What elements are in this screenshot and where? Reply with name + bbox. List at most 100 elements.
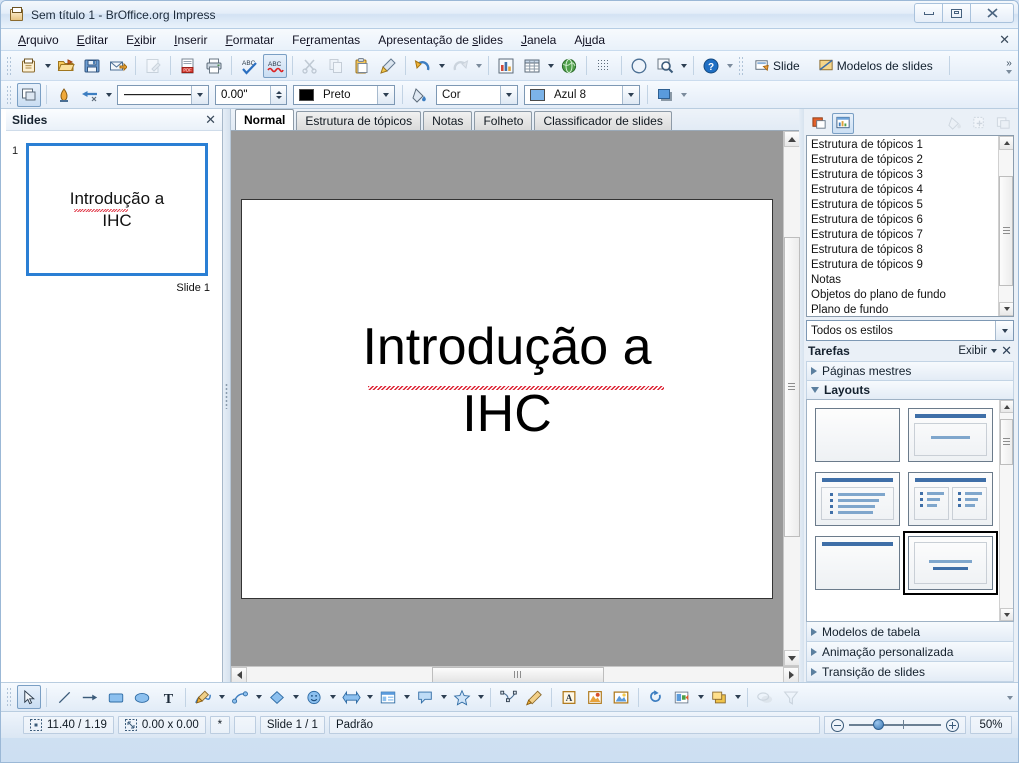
toolbar-more-button[interactable]	[724, 54, 735, 78]
curve-dropdown[interactable]	[216, 685, 227, 709]
pdf-icon[interactable]: PDF	[176, 54, 200, 78]
layout-blank-slide[interactable]	[815, 408, 900, 462]
redo-dropdown[interactable]	[473, 54, 484, 78]
scroll-down-icon[interactable]	[783, 650, 800, 666]
styles-scroll-thumb[interactable]	[999, 176, 1013, 286]
fill-color-dropdown-arrow[interactable]	[622, 85, 639, 104]
arrow-icon[interactable]	[78, 685, 102, 709]
open-folder-icon[interactable]	[54, 54, 78, 78]
area-fill-icon[interactable]	[408, 83, 432, 107]
style-item[interactable]: Estrutura de tópicos 7	[807, 228, 998, 243]
menu-exibir[interactable]: Exibir	[117, 31, 165, 49]
toolbar-grip[interactable]	[6, 55, 13, 76]
cursor-arrow-icon[interactable]	[17, 685, 41, 709]
menu-arquivo[interactable]: Arquivo	[9, 31, 68, 49]
connector-icon[interactable]	[228, 685, 252, 709]
ellipse-icon[interactable]	[130, 685, 154, 709]
tab-notas[interactable]: Notas	[423, 111, 473, 130]
zoom-slider[interactable]	[824, 716, 966, 734]
canvas-vertical-scrollbar[interactable]	[783, 131, 800, 666]
arrow-style-dropdown[interactable]	[103, 83, 114, 107]
align-objects-icon[interactable]	[670, 685, 694, 709]
zoom-out-icon[interactable]	[831, 718, 844, 732]
style-item[interactable]: Estrutura de tópicos 4	[807, 183, 998, 198]
line-style-dropdown-arrow[interactable]	[191, 85, 208, 104]
arrange-objects-icon[interactable]	[707, 685, 731, 709]
styles-list[interactable]: Estrutura de tópicos 1 Estrutura de tópi…	[806, 135, 1014, 317]
flowchart-icon[interactable]	[376, 685, 400, 709]
undo-arrow-icon[interactable]	[411, 54, 435, 78]
scroll-right-icon[interactable]	[783, 666, 799, 683]
scissors-icon[interactable]	[298, 54, 322, 78]
compass-icon[interactable]	[627, 54, 651, 78]
slide-title-text[interactable]: Introdução a IHC	[362, 314, 665, 447]
style-item[interactable]: Estrutura de tópicos 1	[807, 138, 998, 153]
menu-editar[interactable]: Editar	[68, 31, 117, 49]
style-item[interactable]: Objetos do plano de fundo	[807, 288, 998, 303]
tab-folheto[interactable]: Folheto	[474, 111, 533, 130]
fill-format-icon[interactable]	[944, 113, 966, 134]
line-endpoint-icon[interactable]	[52, 83, 76, 107]
canvas-horizontal-scrollbar[interactable]	[231, 666, 799, 683]
close-document-button[interactable]: ✕	[999, 32, 1010, 48]
zoom-dropdown[interactable]	[678, 54, 689, 78]
glue-points-pen-icon[interactable]	[522, 685, 546, 709]
tasks-section-modelos-de-tabela[interactable]: Modelos de tabela	[806, 622, 1014, 642]
signature-cell[interactable]	[233, 716, 256, 734]
callout-balloon-icon[interactable]	[413, 685, 437, 709]
fontwork-icon[interactable]: A	[557, 685, 581, 709]
area-style-dropdown-arrow[interactable]	[500, 85, 517, 104]
horizontal-scroll-track[interactable]	[247, 666, 783, 683]
left-splitter[interactable]	[223, 109, 231, 682]
layouts-scroll-track[interactable]	[1000, 413, 1013, 608]
slide-page[interactable]: Introdução a IHC	[241, 198, 773, 599]
connector-dropdown[interactable]	[253, 685, 264, 709]
menu-apresentacao-de-slides[interactable]: Apresentação de slides	[369, 31, 512, 49]
tasks-view-button[interactable]: Exibir	[958, 345, 991, 357]
new-style-icon[interactable]	[968, 113, 990, 134]
scroll-up-icon[interactable]	[1000, 400, 1013, 413]
menu-ajuda[interactable]: Ajuda	[565, 31, 614, 49]
image-globe-icon[interactable]	[557, 54, 581, 78]
symbol-shapes-dropdown[interactable]	[327, 685, 338, 709]
save-floppy-icon[interactable]	[80, 54, 104, 78]
rectangle-icon[interactable]	[104, 685, 128, 709]
styles-list-scrollbar[interactable]	[998, 136, 1013, 316]
line-style-select[interactable]	[117, 84, 209, 105]
menu-janela[interactable]: Janela	[512, 31, 565, 49]
style-item[interactable]: Plano de fundo	[807, 303, 998, 316]
new-doc-dropdown[interactable]	[42, 54, 53, 78]
line-width-input[interactable]: 0.00"	[215, 84, 287, 105]
scroll-up-icon[interactable]	[999, 136, 1013, 150]
magnifier-icon[interactable]	[653, 54, 677, 78]
modified-flag-cell[interactable]: *	[209, 716, 230, 734]
arrange-dropdown[interactable]	[732, 685, 743, 709]
slide-thumbnail[interactable]: Introdução a IHC	[26, 143, 208, 276]
star-icon[interactable]	[450, 685, 474, 709]
scroll-down-icon[interactable]	[999, 302, 1013, 316]
styles-filter-dropdown-arrow[interactable]	[995, 321, 1013, 340]
slide-canvas[interactable]: Introdução a IHC	[231, 131, 783, 666]
menu-inserir[interactable]: Inserir	[165, 31, 216, 49]
edit-points-icon[interactable]	[496, 685, 520, 709]
update-style-icon[interactable]	[992, 113, 1014, 134]
edit-file-icon[interactable]	[141, 54, 165, 78]
redo-arrow-icon[interactable]	[448, 54, 472, 78]
scroll-down-icon[interactable]	[1000, 608, 1013, 621]
copy-icon[interactable]	[324, 54, 348, 78]
block-arrow-icon[interactable]	[339, 685, 363, 709]
clipboard-icon[interactable]	[350, 54, 374, 78]
area-style-select[interactable]: Cor	[436, 84, 518, 105]
shadow-icon[interactable]	[653, 83, 677, 107]
maximize-button[interactable]	[942, 3, 971, 23]
abc-squiggle-icon[interactable]: ABC	[263, 53, 287, 78]
tasks-section-transicao-de-slides[interactable]: Transição de slides	[806, 662, 1014, 682]
tasks-section-layouts[interactable]: Layouts	[806, 380, 1014, 399]
graphic-styles-icon[interactable]	[808, 113, 830, 134]
style-item[interactable]: Estrutura de tópicos 3	[807, 168, 998, 183]
horizontal-scroll-thumb[interactable]	[432, 666, 604, 683]
zoom-in-icon[interactable]	[946, 718, 959, 732]
layout-title-two-content[interactable]	[908, 472, 993, 526]
object-properties-icon[interactable]	[17, 82, 41, 107]
help-question-icon[interactable]: ?	[699, 54, 723, 78]
